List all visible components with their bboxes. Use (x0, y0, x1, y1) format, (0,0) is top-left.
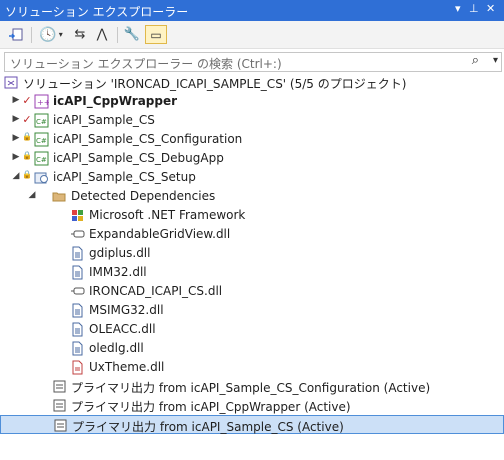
tree-item-label: UxTheme.dll (89, 360, 165, 374)
solution-icon (4, 75, 19, 90)
file-icon (70, 265, 85, 280)
tree-item[interactable]: ▶ 🔒 C# icAPI_Sample_CS_Configuration (0, 130, 504, 149)
expand-arrow-icon[interactable]: ▶ (11, 152, 21, 162)
tree-item[interactable]: ExpandableGridView.dll (0, 225, 504, 244)
tree-item[interactable]: ◢ Detected Dependencies (0, 187, 504, 206)
expand-arrow-icon[interactable]: ▶ (11, 133, 21, 143)
tree-item[interactable]: ソリューション 'IRONCAD_ICAPI_SAMPLE_CS' (5/5 の… (0, 73, 504, 92)
svg-text:C#: C# (36, 118, 47, 126)
close-icon[interactable]: ✕ (486, 2, 495, 15)
search-icon[interactable]: ⌕ (472, 53, 479, 68)
tree-item[interactable]: ▶ ✓ C# icAPI_Sample_CS (0, 111, 504, 130)
cpp-project-icon: ++ (34, 94, 50, 109)
tree-item[interactable]: MSIMG32.dll (0, 301, 504, 320)
file-icon (70, 303, 85, 318)
tree-item[interactable]: UxTheme.dll (0, 358, 504, 377)
dotnet-icon (70, 208, 85, 223)
tree-item-label: oledlg.dll (89, 341, 144, 355)
file-icon (70, 341, 85, 356)
collapse-all-icon: ⋀ (96, 27, 108, 42)
output-icon (53, 418, 68, 433)
tree-item[interactable]: プライマリ出力 from icAPI_Sample_CS (Active) (0, 415, 504, 434)
pending-changes-button[interactable]: 🕓 ▾ (37, 25, 65, 44)
tree-item-label: icAPI_Sample_CS_Configuration (53, 132, 243, 146)
cs-project-icon: C# (34, 132, 49, 147)
expand-arrow-icon[interactable]: ▶ (11, 114, 21, 124)
assembly-icon (70, 227, 85, 242)
tree-item-label: icAPI_Sample_CS_Setup (53, 170, 196, 184)
tree-item[interactable]: ▶ 🔒 C# icAPI_Sample_CS_DebugApp (0, 149, 504, 168)
tree-item[interactable]: プライマリ出力 from icAPI_Sample_CS_Configurati… (0, 377, 504, 396)
lock-icon: 🔒 (22, 170, 32, 179)
tree-item[interactable]: gdiplus.dll (0, 244, 504, 263)
switch-views-icon (9, 28, 23, 40)
preview-icon: ▭ (150, 27, 162, 42)
setup-project-icon (34, 170, 49, 185)
tree-item-label: icAPI_CppWrapper (53, 94, 178, 108)
tree-item-label: プライマリ出力 from icAPI_CppWrapper (Active) (71, 400, 351, 414)
theme-file-icon (70, 360, 85, 375)
lock-icon: 🔒 (22, 151, 32, 160)
svg-text:++: ++ (37, 98, 49, 107)
tree-item-label: IMM32.dll (89, 265, 147, 279)
tree-item[interactable]: Microsoft .NET Framework (0, 206, 504, 225)
svg-text:C#: C# (36, 156, 47, 164)
tree-item-label: Detected Dependencies (71, 189, 216, 203)
preview-button[interactable]: ▭ (145, 25, 167, 44)
file-icon (70, 322, 85, 337)
collapse-arrow-icon[interactable]: ◢ (27, 190, 37, 200)
assembly-icon (70, 284, 85, 299)
clock-icon: 🕓 (39, 26, 57, 43)
properties-button[interactable]: 🔧 (122, 25, 142, 44)
tree-item-label: gdiplus.dll (89, 246, 151, 260)
dropdown-icon[interactable]: ▾ (455, 2, 461, 15)
file-icon (70, 246, 85, 261)
switch-views-button[interactable] (6, 25, 26, 44)
tree-item-label: ソリューション 'IRONCAD_ICAPI_SAMPLE_CS' (5/5 の… (23, 77, 407, 91)
tree-item-label: プライマリ出力 from icAPI_Sample_CS (Active) (72, 420, 344, 434)
lock-icon: 🔒 (22, 132, 32, 141)
window-title: ソリューション エクスプローラー (5, 5, 189, 19)
tree-item-label: ExpandableGridView.dll (89, 227, 231, 241)
output-icon (52, 379, 67, 394)
svg-text:C#: C# (36, 137, 47, 145)
search-box[interactable]: ソリューション エクスプローラー の検索 (Ctrl+:) ⌕ ▾ (4, 52, 502, 72)
checked-out-icon: ✓ (22, 113, 32, 126)
tree-item[interactable]: IMM32.dll (0, 263, 504, 282)
sync-button[interactable]: ⇆ (70, 25, 90, 44)
wrench-icon: 🔧 (123, 27, 141, 42)
collapse-all-button[interactable]: ⋀ (92, 25, 112, 44)
cs-project-icon: C# (34, 151, 49, 166)
tree-item[interactable]: ▶ ✓ ++ icAPI_CppWrapper (0, 92, 504, 111)
output-icon (52, 398, 67, 413)
folder-icon (52, 189, 67, 204)
tree-item[interactable]: IRONCAD_ICAPI_CS.dll (0, 282, 504, 301)
tree-item-label: プライマリ出力 from icAPI_Sample_CS_Configurati… (71, 381, 431, 395)
tree-item-label: OLEACC.dll (89, 322, 156, 336)
sync-arrows-icon: ⇆ (74, 27, 86, 42)
tree-item[interactable]: プライマリ出力 from icAPI_CppWrapper (Active) (0, 396, 504, 415)
tree-item-label: Microsoft .NET Framework (89, 208, 246, 222)
tree-item[interactable]: OLEACC.dll (0, 320, 504, 339)
tree-item-label: icAPI_Sample_CS (53, 113, 155, 127)
title-bar: ソリューション エクスプローラー ▾ ⊥ ✕ (0, 0, 504, 21)
tree-item-label: icAPI_Sample_CS_DebugApp (53, 151, 224, 165)
tree-item[interactable]: ◢ 🔒 icAPI_Sample_CS_Setup (0, 168, 504, 187)
search-placeholder: ソリューション エクスプローラー の検索 (Ctrl+:) (10, 57, 282, 71)
chevron-down-icon[interactable]: ▾ (493, 55, 498, 66)
tree-item-label: MSIMG32.dll (89, 303, 164, 317)
expand-arrow-icon[interactable]: ▶ (11, 95, 21, 105)
checked-out-icon: ✓ (22, 94, 32, 107)
collapse-arrow-icon[interactable]: ◢ (11, 171, 21, 181)
cs-project-icon: C# (34, 113, 49, 128)
tree-item-label: IRONCAD_ICAPI_CS.dll (89, 284, 223, 298)
toolbar: 🕓 ▾ ⇆ ⋀ 🔧 ▭ (0, 21, 504, 49)
tree-item[interactable]: oledlg.dll (0, 339, 504, 358)
pin-icon[interactable]: ⊥ (469, 2, 479, 15)
